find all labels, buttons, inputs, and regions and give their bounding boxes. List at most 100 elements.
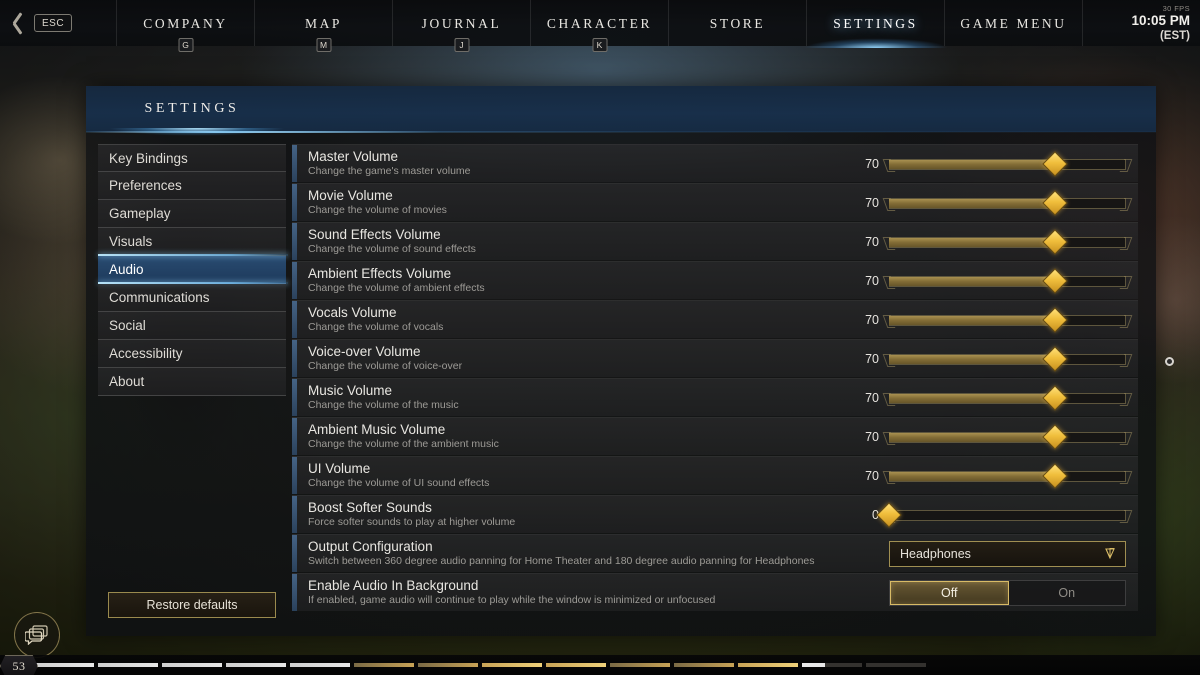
setting-title: UI Volume [308, 461, 371, 476]
setting-title: Voice-over Volume [308, 344, 421, 359]
sidebar-item-audio[interactable]: Audio [98, 254, 288, 284]
toggle-option-on[interactable]: On [1009, 581, 1126, 605]
slider-knob[interactable] [1042, 462, 1068, 489]
setting-control: Headphones [862, 540, 1138, 567]
voice-over-volume-slider[interactable] [889, 345, 1126, 372]
slider-knob[interactable] [1042, 384, 1068, 411]
sidebar-item-accessibility[interactable]: Accessibility [98, 340, 286, 368]
sidebar-item-label: Gameplay [109, 206, 171, 221]
nav-label: MAP [304, 16, 343, 31]
nav-item-game-menu[interactable]: GAME MENU [944, 0, 1082, 46]
setting-title: Ambient Effects Volume [308, 266, 452, 281]
slider-value-label: 0 [849, 508, 879, 522]
setting-description: Change the volume of vocals [308, 321, 444, 333]
slider-fill [889, 198, 1055, 208]
setting-row-text: Boost Softer Sounds Force softer sounds … [292, 500, 849, 529]
sidebar-item-gameplay[interactable]: Gameplay [98, 200, 286, 228]
nav-item-map[interactable]: MAP M [254, 0, 392, 52]
sidebar-item-preferences[interactable]: Preferences [98, 172, 286, 200]
ambient-music-volume-slider[interactable] [889, 423, 1126, 450]
setting-title: Master Volume [308, 149, 399, 164]
master-volume-slider[interactable] [889, 150, 1126, 177]
output-configuration-dropdown[interactable]: Headphones [889, 540, 1126, 567]
nav-keycap: J [454, 38, 469, 52]
slider-knob[interactable] [1042, 189, 1068, 216]
sidebar-item-communications[interactable]: Communications [98, 284, 286, 312]
sidebar-item-about[interactable]: About [98, 368, 286, 396]
setting-row-text: Music Volume Change the volume of the mu… [292, 383, 849, 412]
nav-item-settings[interactable]: SETTINGS [780, 0, 971, 48]
sound-effects-volume-slider[interactable] [889, 228, 1126, 255]
slider-knob[interactable] [1042, 228, 1068, 255]
slider-fill [889, 159, 1055, 169]
setting-description: Change the volume of sound effects [308, 243, 476, 255]
sidebar-item-label: Social [109, 318, 146, 333]
music-volume-slider[interactable] [889, 384, 1126, 411]
slider-fill [889, 393, 1055, 403]
slider-fill [889, 354, 1055, 364]
toggle-option-off[interactable]: Off [890, 580, 1009, 605]
slider-knob[interactable] [1042, 150, 1068, 177]
slider-value-label: 70 [865, 312, 879, 327]
clock-timezone: (EST) [1159, 29, 1190, 42]
chat-bubbles-icon[interactable] [14, 612, 60, 658]
slider-knob[interactable] [1042, 423, 1068, 450]
sidebar-item-label: Communications [109, 290, 210, 305]
nav-item-store[interactable]: STORE [668, 0, 806, 46]
slider-knob[interactable] [876, 501, 902, 528]
setting-description: Change the game's master volume [308, 165, 471, 177]
movie-volume-slider[interactable] [889, 189, 1126, 216]
sidebar-item-social[interactable]: Social [98, 312, 286, 340]
slider-value-label: 70 [865, 468, 879, 483]
setting-row-text: UI Volume Change the volume of UI sound … [292, 461, 849, 490]
nav-item-journal[interactable]: JOURNAL J [392, 0, 530, 52]
setting-control: 70 [849, 462, 1138, 489]
sidebar-item-label: Accessibility [109, 346, 183, 361]
setting-row-output-configuration: Output Configuration Switch between 360 … [292, 534, 1138, 572]
setting-row-text: Ambient Effects Volume Change the volume… [292, 266, 849, 295]
setting-row-text: Movie Volume Change the volume of movies [292, 188, 849, 217]
slider-value-label: 70 [865, 195, 879, 210]
sidebar-list: Key Bindings Preferences Gameplay Visual… [98, 144, 288, 396]
setting-title: Boost Softer Sounds [308, 500, 432, 515]
nav-item-character[interactable]: CHARACTER K [530, 0, 668, 52]
sidebar-item-key-bindings[interactable]: Key Bindings [98, 144, 286, 172]
setting-row-text: Ambient Music Volume Change the volume o… [292, 422, 849, 451]
nav-keycap: M [316, 38, 331, 52]
ambient-effects-volume-slider[interactable] [889, 267, 1126, 294]
slider-fill [889, 432, 1055, 442]
setting-title: Sound Effects Volume [308, 227, 441, 242]
dropdown-selected-value: Headphones [900, 546, 971, 561]
setting-control: 70 [849, 306, 1138, 333]
setting-description: Change the volume of movies [308, 204, 447, 216]
sidebar-item-label: Key Bindings [109, 150, 188, 166]
slider-knob[interactable] [1042, 345, 1068, 372]
setting-title: Movie Volume [308, 188, 393, 203]
setting-row-sound-effects-volume: Sound Effects Volume Change the volume o… [292, 222, 1138, 260]
slider-knob[interactable] [1042, 306, 1068, 333]
slider-knob[interactable] [1042, 267, 1068, 294]
boost-softer-sounds-slider[interactable] [876, 501, 1126, 528]
restore-defaults-button[interactable]: Restore defaults [108, 592, 276, 618]
slider-value-label: 70 [865, 429, 879, 444]
sidebar-item-visuals[interactable]: Visuals [98, 228, 286, 256]
setting-description: Switch between 360 degree audio panning … [308, 555, 815, 567]
xp-segment [226, 663, 286, 667]
setting-row-text: Vocals Volume Change the volume of vocal… [292, 305, 849, 334]
xp-segment [674, 663, 734, 667]
nav-items: COMPANY G MAP M JOURNAL J CHARACTER K ST… [116, 0, 1082, 52]
setting-description: Change the volume of UI sound effects [308, 477, 490, 489]
nav-item-company[interactable]: COMPANY G [116, 0, 254, 52]
esc-key-badge[interactable]: ESC [34, 14, 73, 32]
nav-keycap: K [592, 38, 607, 52]
ui-volume-slider[interactable] [889, 462, 1126, 489]
slider-fill [889, 315, 1055, 325]
setting-title: Output Configuration [308, 539, 433, 554]
settings-panel: SETTINGS Key Bindings Preferences Gamepl… [82, 86, 1156, 636]
back-chevron-icon[interactable] [10, 12, 26, 34]
vocals-volume-slider[interactable] [889, 306, 1126, 333]
setting-control: 70 [849, 150, 1138, 177]
experience-bar [0, 655, 1200, 675]
chevron-down-icon[interactable] [1105, 548, 1115, 559]
